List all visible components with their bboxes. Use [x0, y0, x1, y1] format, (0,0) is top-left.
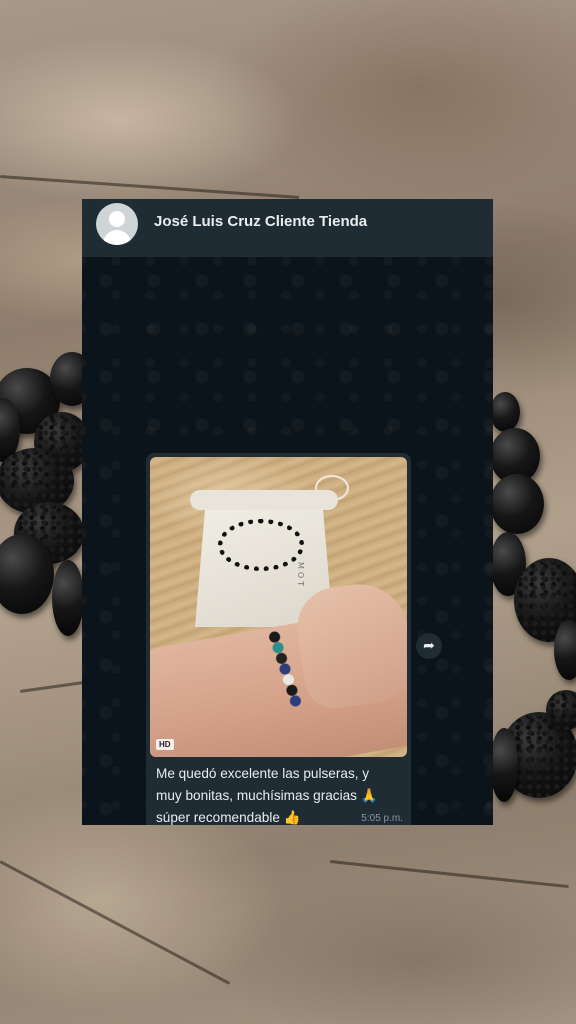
message-bubble[interactable]: MOT HD Me quedó excelente las pulseras, … — [146, 453, 411, 825]
bracelet-bead — [52, 560, 84, 636]
bracelet-bead — [490, 474, 544, 534]
chat-screenshot: José Luis Cruz Cliente Tienda MOT HD Me … — [82, 199, 493, 825]
avatar[interactable] — [96, 203, 138, 245]
forward-button[interactable]: ➦ — [416, 633, 442, 659]
message-timestamp: 5:05 p.m. — [361, 813, 403, 824]
rock-crack — [329, 860, 569, 889]
bracelet-bead — [490, 392, 520, 432]
contact-name[interactable]: José Luis Cruz Cliente Tienda — [154, 213, 367, 230]
background-photo: José Luis Cruz Cliente Tienda MOT HD Me … — [0, 0, 576, 1024]
rock-crack — [0, 860, 231, 985]
hd-badge: HD — [156, 739, 174, 750]
bracelet-bead — [554, 620, 576, 680]
rock-crack — [0, 175, 300, 199]
hand — [292, 577, 407, 713]
chat-wallpaper: MOT HD Me quedó excelente las pulseras, … — [82, 257, 493, 825]
forward-icon: ➦ — [423, 638, 435, 654]
bracelet-bead — [490, 728, 518, 802]
gift-pouch-top — [190, 490, 338, 510]
bracelet-on-pouch — [218, 519, 304, 571]
avatar-head — [109, 211, 125, 227]
message-photo[interactable]: MOT HD — [150, 457, 407, 757]
avatar-body — [103, 230, 131, 245]
chat-header: José Luis Cruz Cliente Tienda — [82, 199, 493, 257]
pouch-label: MOT — [296, 562, 305, 590]
